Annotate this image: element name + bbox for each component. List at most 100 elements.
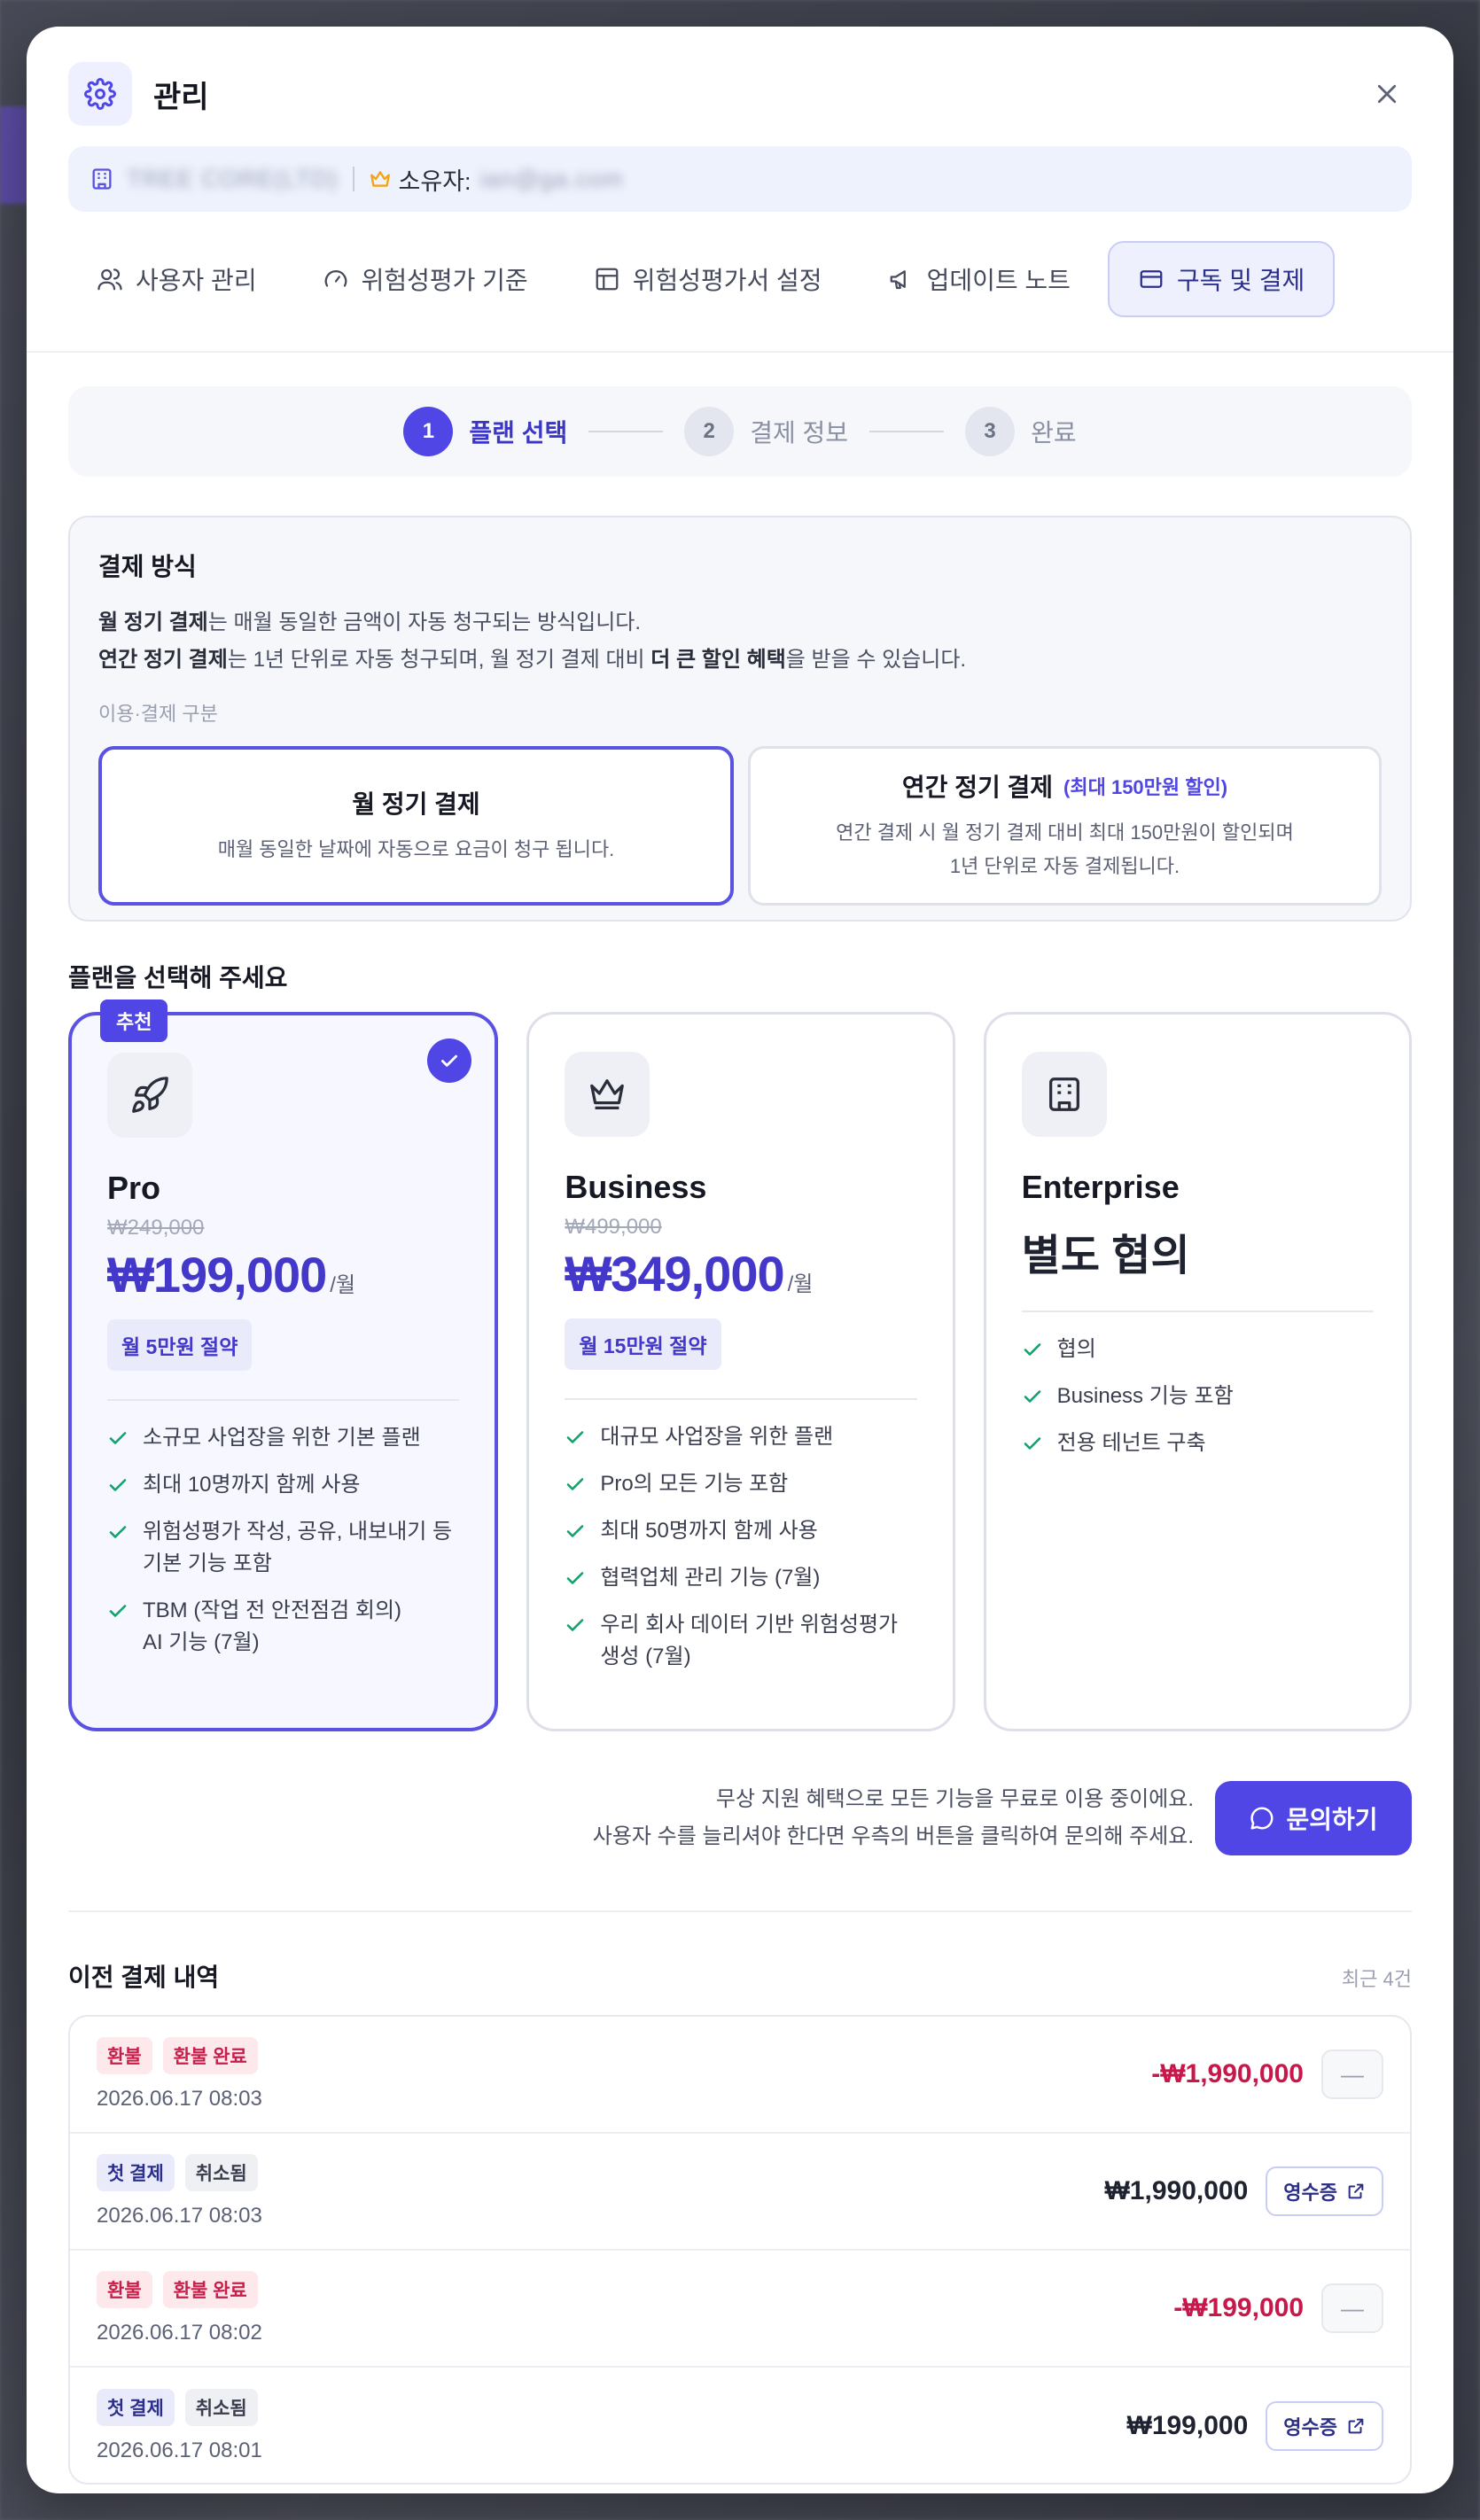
option-title: 월 정기 결제 (352, 785, 479, 821)
feature-text: 협력업체 관리 기능 (7월) (600, 1566, 821, 1590)
feature-item: 협력업체 관리 기능 (7월) (565, 1562, 916, 1594)
history-row-info: 환불 환불 완료 2026.06.17 08:02 (97, 2271, 1173, 2345)
status-badge: 취소됨 (184, 2154, 258, 2191)
desc-bold: 월 정기 결제 (98, 611, 208, 634)
history-date: 2026.06.17 08:03 (97, 2087, 262, 2111)
option-title-text: 연간 정기 결제 (901, 774, 1054, 801)
monthly-billing-option[interactable]: 월 정기 결제 매월 동일한 날짜에 자동으로 요금이 청구 됩니다. (98, 746, 734, 906)
payment-description: 월 정기 결제는 매월 동일한 금액이 자동 청구되는 방식입니다. 연간 정기… (98, 604, 1382, 679)
feature-item: 소규모 사업장을 위한 기본 플랜 (107, 1422, 459, 1454)
close-button[interactable] (1362, 69, 1412, 119)
check-icon (109, 1432, 127, 1444)
annual-billing-option[interactable]: 연간 정기 결제 (최대 150만원 할인) 연간 결제 시 월 정기 결제 대… (748, 746, 1382, 906)
price-amount: ₩349,000 (565, 1246, 784, 1302)
history-row: 환불 환불 완료 2026.06.17 08:03 -₩1,990,000 — (70, 2017, 1410, 2134)
org-info-bar: TREE CORE(LTD) 소유자: ian@ga.com (68, 146, 1412, 212)
feature-list: 협의 Business 기능 포함 전용 테넌트 구축 (1022, 1334, 1374, 1459)
receipt-button[interactable]: 영수증 (1266, 2166, 1383, 2216)
building-icon (90, 167, 114, 191)
history-date: 2026.06.17 08:03 (97, 2204, 262, 2228)
tab-label: 업데이트 노트 (926, 267, 1071, 294)
plan-card-pro[interactable]: 추천 Pro ₩249,000 ₩199,000 /월 월 5만원 절약 소규모… (68, 999, 499, 1731)
inquiry-button[interactable]: 문의하기 (1215, 1781, 1412, 1855)
desc-text: 을 받을 수 있습니다. (785, 648, 967, 672)
desc-bold: 연간 정기 결제 (98, 648, 228, 672)
feature-text: 대규모 사업장을 위한 플랜 (600, 1425, 834, 1449)
check-icon (1024, 1390, 1040, 1403)
support-row: 무상 지원 혜택으로 모든 기능을 무료로 이용 중이에요. 사용자 수를 늘리… (593, 1781, 1412, 1855)
tab-label: 위험성평가서 설정 (632, 267, 822, 294)
plan-price: ₩199,000 /월 (107, 1246, 459, 1303)
option-subtitle: 매월 동일한 날짜에 자동으로 요금이 청구 됩니다. (217, 838, 615, 860)
section-title: 결제 방식 (98, 553, 197, 580)
status-tags: 환불 환불 완료 (97, 2037, 1151, 2074)
original-price: ₩499,000 (565, 1215, 662, 1239)
desc-text: 는 매월 동일한 금액이 자동 청구되는 방식입니다. (207, 611, 642, 634)
tab-risk-form-settings[interactable]: 위험성평가서 설정 (565, 241, 851, 317)
history-row: 환불 환불 완료 2026.06.17 08:02 -₩199,000 — (70, 2251, 1410, 2368)
history-row-info: 첫 결제 취소됨 2026.06.17 08:01 (97, 2389, 1127, 2463)
history-date: 2026.06.17 08:02 (97, 2321, 262, 2345)
check-icon (567, 1478, 584, 1490)
tab-update-notes[interactable]: 업데이트 노트 (860, 241, 1099, 317)
recommended-badge: 추천 (100, 999, 168, 1042)
option-sub-line: 연간 결제 시 월 정기 결제 대비 최대 150만원이 할인되며 (836, 821, 1294, 844)
plan-divider (107, 1399, 460, 1401)
history-amount: -₩199,000 (1173, 2293, 1304, 2322)
feature-text: 소규모 사업장을 위한 기본 플랜 (143, 1426, 421, 1450)
tab-subscription-billing[interactable]: 구독 및 결제 (1107, 241, 1336, 317)
billing-type-label: 이용·결제 구분 (98, 703, 218, 725)
tab-risk-criteria[interactable]: 위험성평가 기준 (294, 241, 557, 317)
status-tags: 환불 환불 완료 (97, 2271, 1173, 2308)
plan-cards: 추천 Pro ₩249,000 ₩199,000 /월 월 5만원 절약 소규모… (68, 999, 1412, 1731)
inquiry-label: 문의하기 (1286, 1806, 1378, 1833)
feature-item: 최대 50명까지 함께 사용 (565, 1515, 916, 1547)
tab-user-management[interactable]: 사용자 관리 (68, 241, 285, 317)
receipt-button[interactable]: 영수증 (1266, 2401, 1383, 2451)
check-icon (109, 1479, 127, 1491)
plan-card-business[interactable]: Business ₩499,000 ₩349,000 /월 월 15만원 절약 … (526, 1012, 955, 1731)
table-icon (596, 268, 619, 291)
check-icon (567, 1525, 584, 1537)
step-plan-select: 1 플랜 선택 (403, 407, 567, 456)
plan-divider (1021, 1311, 1374, 1312)
feature-item: 최대 10명까지 함께 사용 (107, 1469, 459, 1501)
check-icon (1024, 1437, 1040, 1450)
rocket-icon (107, 1053, 192, 1138)
original-price: ₩249,000 (107, 1216, 205, 1240)
owner-label: 소유자: (398, 167, 471, 195)
step-number: 2 (684, 407, 735, 456)
close-icon (1377, 84, 1397, 104)
feature-item: 전용 테넌트 구축 (1022, 1427, 1374, 1459)
status-badge: 취소됨 (184, 2389, 258, 2426)
crown-icon (369, 167, 392, 191)
building-icon (1021, 1052, 1107, 1137)
step-number: 3 (965, 407, 1016, 456)
tab-label: 사용자 관리 (136, 267, 257, 294)
step-label: 완료 (1031, 419, 1077, 447)
feature-text: 우리 회사 데이터 기반 위험성평가 생성 (7월) (600, 1613, 899, 1668)
check-icon (109, 1526, 127, 1538)
feature-list: 소규모 사업장을 위한 기본 플랜최대 10명까지 함께 사용위험성평가 작성,… (107, 1422, 459, 1659)
option-sub-line: 1년 단위로 자동 결제됩니다. (949, 855, 1180, 877)
option-subtitle: 연간 결제 시 월 정기 결제 대비 최대 150만원이 할인되며 1년 단위로… (836, 816, 1294, 883)
feature-item: 위험성평가 작성, 공유, 내보내기 등 기본 기능 포함 (107, 1516, 459, 1580)
status-badge: 환불 완료 (162, 2037, 258, 2074)
plan-divider (565, 1398, 917, 1400)
receipt-label: 영수증 (1283, 2182, 1337, 2204)
price-amount: ₩199,000 (107, 1247, 327, 1303)
feature-text: 위험성평가 작성, 공유, 내보내기 등 기본 기능 포함 (143, 1520, 453, 1575)
option-title: 연간 정기 결제 (최대 150만원 할인) (902, 768, 1227, 804)
feature-item: 대규모 사업장을 위한 플랜 (565, 1421, 916, 1453)
checkout-stepper: 1 플랜 선택 2 결제 정보 3 완료 (68, 386, 1412, 477)
step-connector (588, 431, 664, 432)
status-tags: 첫 결제 취소됨 (97, 2154, 1104, 2191)
org-name: TREE CORE(LTD) (127, 165, 339, 192)
plan-card-enterprise[interactable]: Enterprise 별도 협의 협의 Business 기능 포함 전용 테넌트 … (983, 1012, 1412, 1731)
plan-name: Enterprise (1021, 1169, 1180, 1205)
receipt-label: 영수증 (1283, 2416, 1337, 2438)
feature-item: Pro의 모든 기능 포함 (565, 1468, 916, 1500)
option-title-text: 월 정기 결제 (352, 790, 480, 818)
external-link-icon (1348, 2183, 1364, 2199)
history-row: 첫 결제 취소됨 2026.06.17 08:03 ₩1,990,000 영수증 (70, 2134, 1410, 2251)
